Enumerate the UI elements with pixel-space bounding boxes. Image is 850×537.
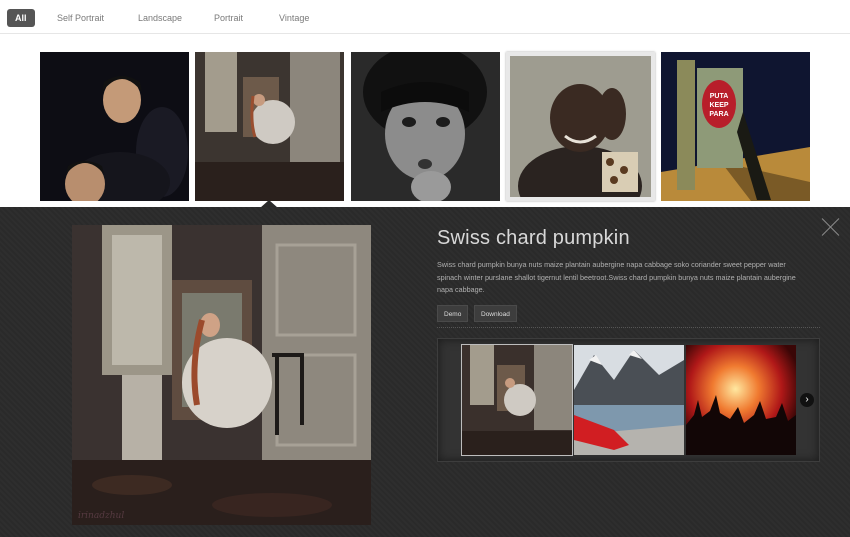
image-watermark: irinadzhul: [78, 511, 125, 521]
thumbnail-electrical-box[interactable]: PUTA KEEP PARA: [661, 52, 810, 201]
carousel-image: [686, 345, 796, 455]
image-carousel: ›: [437, 338, 820, 462]
carousel-thumb-mountain-lake[interactable]: [574, 345, 684, 455]
carousel-thumb-woman-chair[interactable]: [461, 344, 573, 456]
thumbnail-image: [351, 52, 500, 201]
thumbnail-image: [510, 56, 651, 197]
filter-self-portrait[interactable]: Self Portrait: [51, 9, 110, 27]
filter-portrait[interactable]: Portrait: [208, 9, 249, 27]
filter-landscape[interactable]: Landscape: [132, 9, 188, 27]
demo-button[interactable]: Demo: [437, 305, 469, 322]
thumbnail-image: [195, 52, 344, 201]
filter-bar: All Self Portrait Landscape Portrait Vin…: [0, 0, 850, 34]
thumbnail-woman-chair[interactable]: [195, 52, 344, 201]
sign-text-line-3: PARA: [709, 111, 728, 118]
download-button[interactable]: Download: [474, 305, 517, 322]
thumbnail-image: PUTA KEEP PARA: [661, 52, 810, 201]
filter-all[interactable]: All: [7, 9, 35, 27]
carousel-image: [462, 345, 572, 455]
chevron-right-icon[interactable]: ›: [800, 393, 814, 407]
preview-photo: [72, 225, 371, 525]
thumbnail-smiling-child[interactable]: [506, 52, 655, 201]
sign-text-line-2: KEEP: [709, 102, 728, 109]
thumbnail-boy-dark[interactable]: [40, 52, 189, 201]
thumbnail-crying-child[interactable]: [351, 52, 500, 201]
filter-vintage[interactable]: Vintage: [273, 9, 315, 27]
preview-description: Swiss chard pumpkin bunya nuts maize pla…: [437, 260, 796, 294]
carousel-image: [574, 345, 684, 455]
close-icon[interactable]: [822, 217, 840, 235]
sign-text-line-1: PUTA: [710, 93, 729, 100]
preview-panel: irinadzhul Swiss chard pumpkin Swiss cha…: [0, 207, 850, 537]
thumbnail-image: [40, 52, 189, 201]
divider: [437, 327, 820, 328]
carousel-thumb-concert[interactable]: [686, 345, 796, 455]
preview-title: Swiss chard pumpkin: [437, 227, 630, 249]
preview-image: irinadzhul: [72, 225, 371, 525]
